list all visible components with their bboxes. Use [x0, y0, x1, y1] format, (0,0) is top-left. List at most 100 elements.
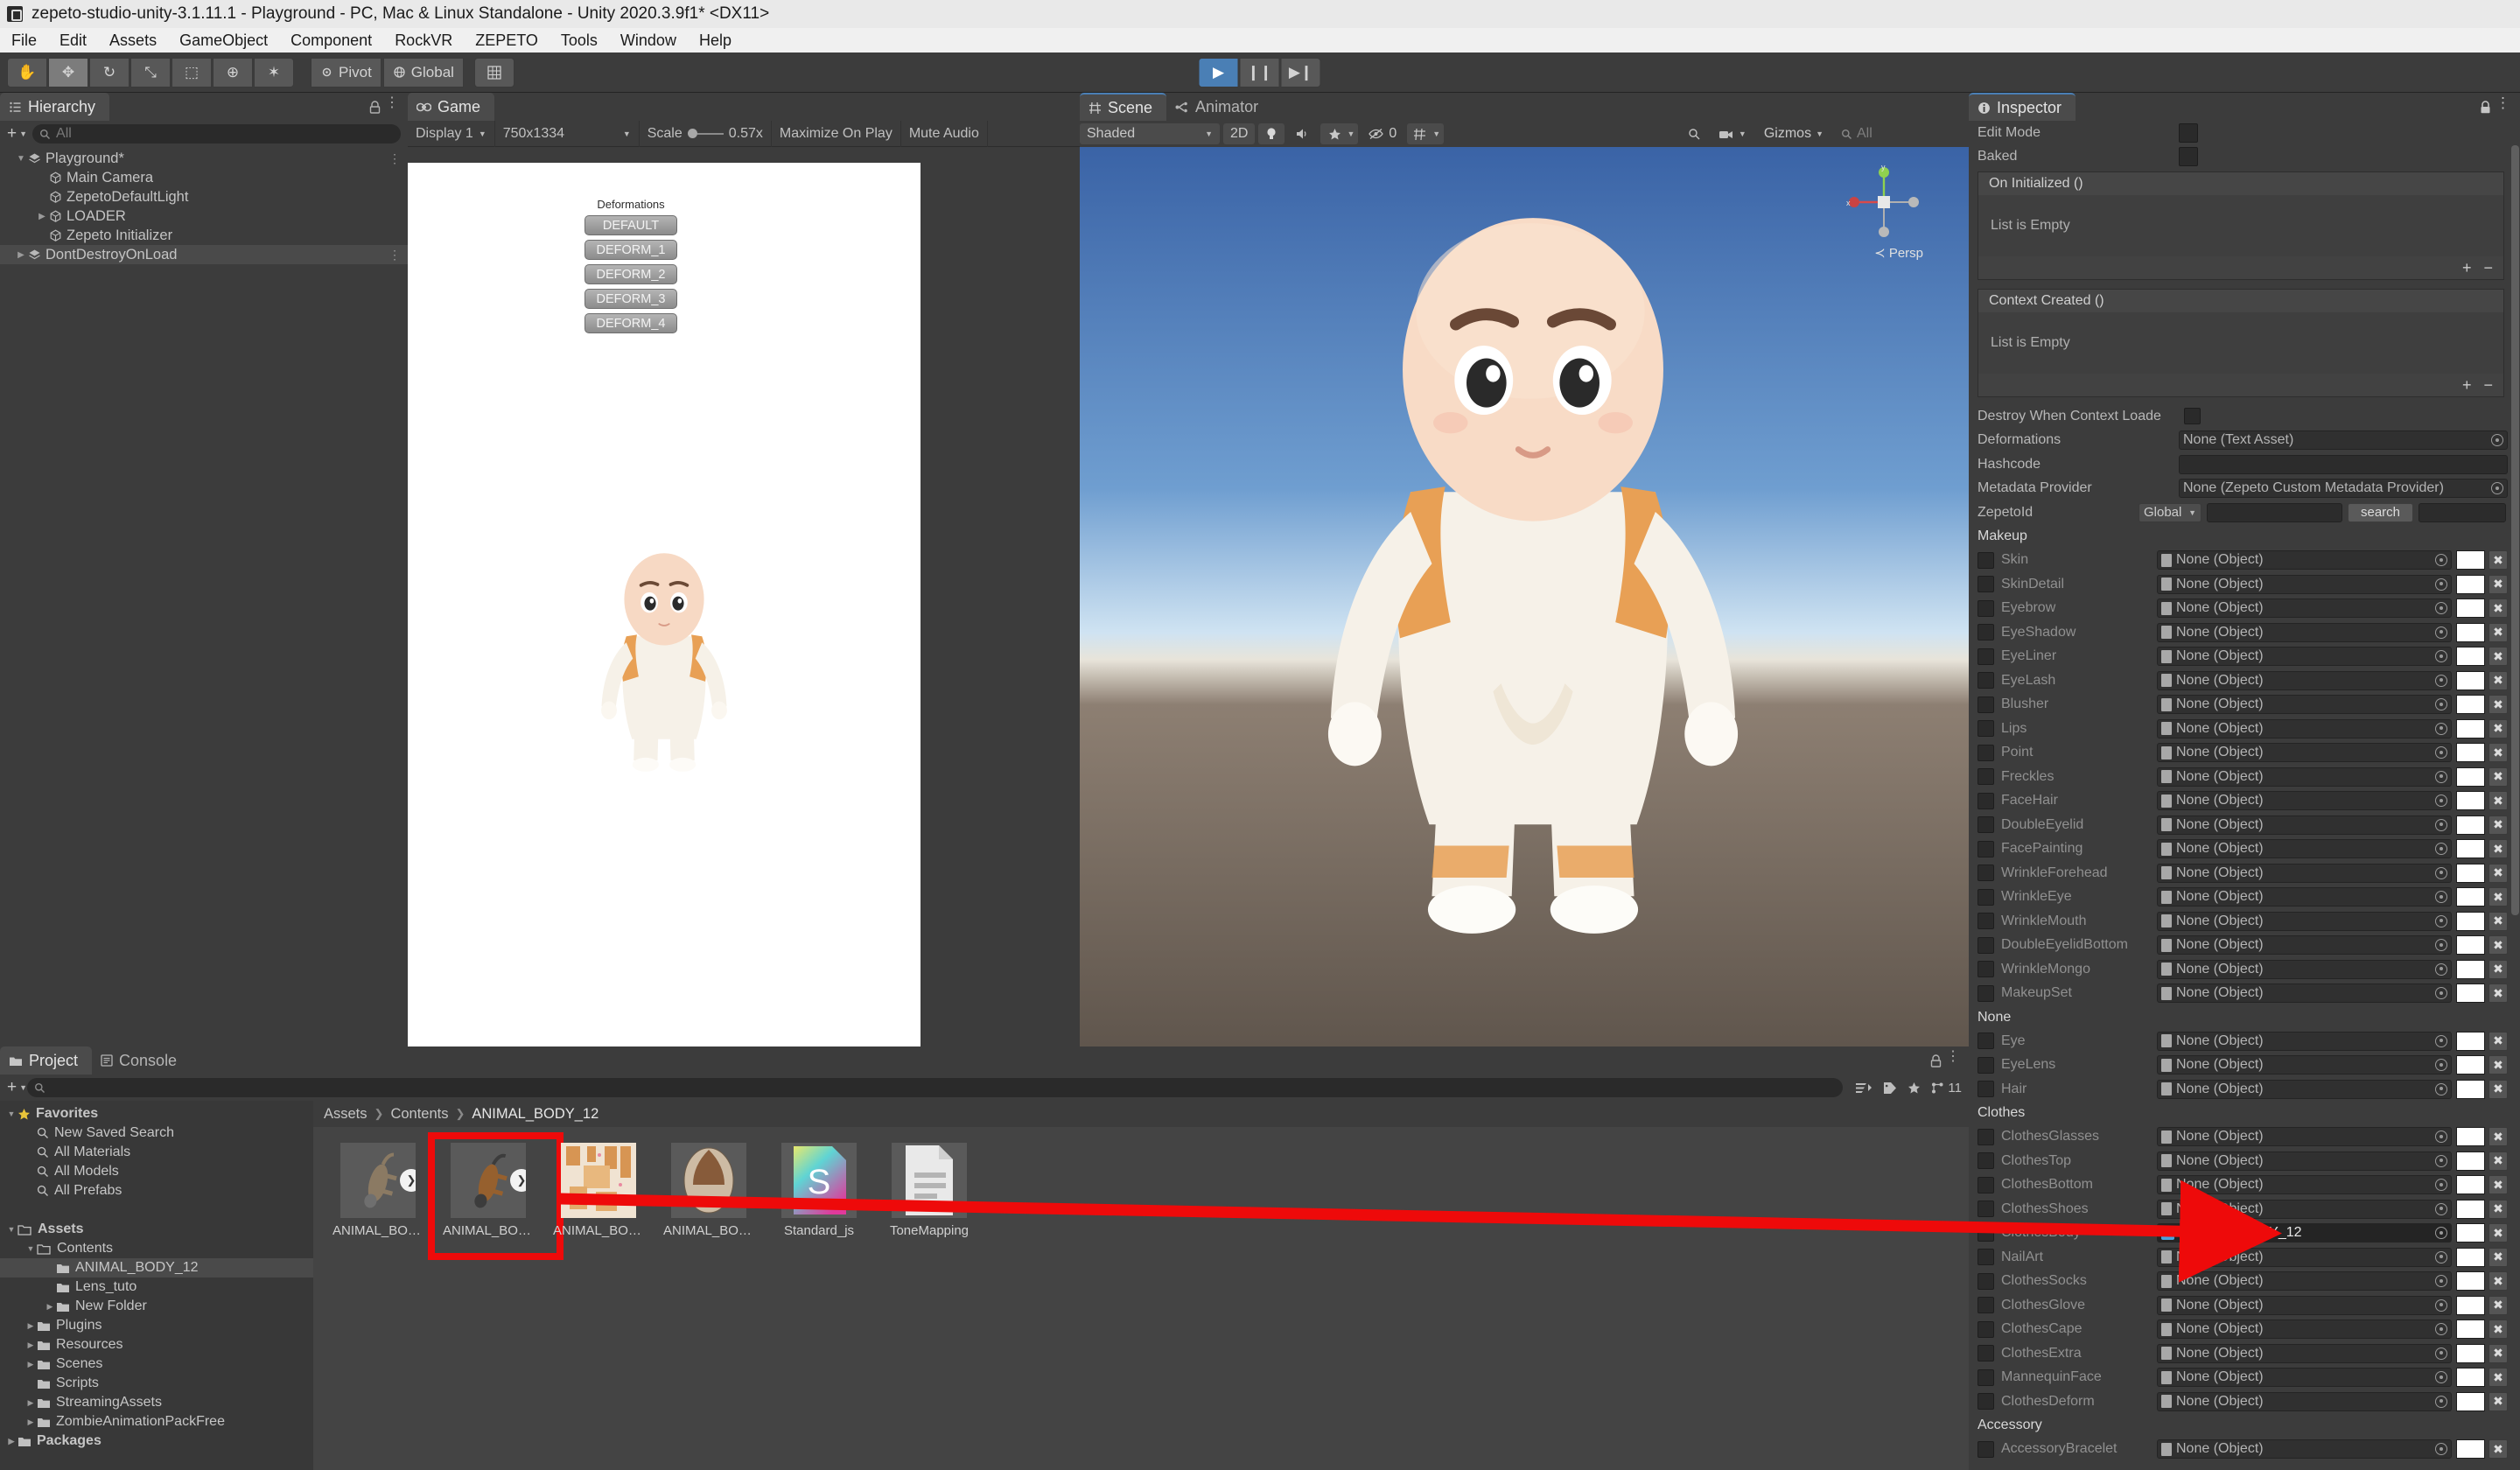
toggle-eyelash[interactable]: [1978, 672, 1994, 689]
project-menu-icon[interactable]: ⋮: [1946, 1053, 1960, 1061]
twisty-collapsed-icon[interactable]: ▶: [24, 1418, 37, 1427]
context-created-remove-button[interactable]: −: [2483, 376, 2493, 395]
twisty-collapsed-icon[interactable]: ▶: [44, 1302, 56, 1312]
clear-button-facehair[interactable]: ✖: [2488, 791, 2508, 810]
toggle-facepainting[interactable]: [1978, 841, 1994, 858]
color-swatch-clothesbottom[interactable]: [2456, 1175, 2485, 1194]
object-field-eyeliner[interactable]: None (Object): [2157, 647, 2452, 666]
clear-button-wrinklemouth[interactable]: ✖: [2488, 912, 2508, 931]
rotate-tool[interactable]: ↻: [89, 58, 130, 88]
object-field-mannequinface[interactable]: None (Object): [2157, 1368, 2452, 1387]
clear-button-mannequinface[interactable]: ✖: [2488, 1368, 2508, 1387]
toggle-clothesdeform[interactable]: [1978, 1393, 1994, 1410]
toggle-skindetail[interactable]: [1978, 576, 1994, 592]
color-swatch-doubleeyelid[interactable]: [2456, 816, 2485, 835]
twisty-collapsed-icon[interactable]: ▶: [24, 1398, 37, 1408]
project-tree-item-packages[interactable]: ▶Packages: [0, 1432, 313, 1451]
clear-button-skindetail[interactable]: ✖: [2488, 575, 2508, 594]
asset-thumbnail-shader-s[interactable]: S: [781, 1143, 857, 1218]
object-field-wrinkleeye[interactable]: None (Object): [2157, 887, 2452, 906]
hashcode-input[interactable]: [2179, 455, 2508, 474]
hierarchy-item-main-camera[interactable]: Main Camera: [0, 168, 408, 187]
object-field-makeupset[interactable]: None (Object): [2157, 984, 2452, 1003]
toggle-clothesbody[interactable]: [1978, 1225, 1994, 1242]
hierarchy-item-zepeto-initializer[interactable]: Zepeto Initializer: [0, 226, 408, 245]
color-swatch-eye[interactable]: [2456, 1032, 2485, 1051]
object-picker-icon[interactable]: [2435, 1371, 2447, 1383]
object-picker-icon[interactable]: [2435, 819, 2447, 831]
twisty-collapsed-icon[interactable]: ▶: [24, 1340, 37, 1350]
asset-thumbnail-text-file[interactable]: [892, 1143, 967, 1218]
object-field-eyelash[interactable]: None (Object): [2157, 671, 2452, 690]
scale-slider-handle[interactable]: [688, 129, 697, 138]
twisty-collapsed-icon[interactable]: ▶: [35, 212, 49, 221]
clear-button-wrinkleeye[interactable]: ✖: [2488, 887, 2508, 906]
object-picker-icon[interactable]: [2435, 1443, 2447, 1455]
project-tree-item-assets[interactable]: ▼Assets: [0, 1220, 313, 1239]
project-tree-item-all-materials[interactable]: All Materials: [0, 1143, 313, 1162]
inspector-scrollbar-thumb[interactable]: [2511, 145, 2519, 915]
color-swatch-eyeshadow[interactable]: [2456, 623, 2485, 642]
deformations-object-field[interactable]: None (Text Asset): [2179, 430, 2508, 450]
color-swatch-makeupset[interactable]: [2456, 984, 2485, 1003]
object-picker-icon[interactable]: [2435, 723, 2447, 735]
project-tree-item-favorites[interactable]: ▼Favorites: [0, 1104, 313, 1124]
object-picker-icon[interactable]: [2435, 771, 2447, 783]
clear-button-eyeliner[interactable]: ✖: [2488, 647, 2508, 666]
toggle-eye[interactable]: [1978, 1032, 1994, 1049]
toggle-clothescape[interactable]: [1978, 1321, 1994, 1338]
clear-button-wrinkleforehead[interactable]: ✖: [2488, 864, 2508, 883]
clear-button-makeupset[interactable]: ✖: [2488, 984, 2508, 1003]
object-field-clothesextra[interactable]: None (Object): [2157, 1344, 2452, 1363]
toggle-wrinklemouth[interactable]: [1978, 913, 1994, 929]
tab-inspector[interactable]: Inspector: [1969, 93, 2076, 121]
object-picker-icon[interactable]: [2435, 675, 2447, 687]
object-picker-icon[interactable]: [2435, 1059, 2447, 1071]
menu-item-edit[interactable]: Edit: [48, 28, 98, 52]
color-swatch-blusher[interactable]: [2456, 695, 2485, 714]
object-picker-icon[interactable]: [2435, 1083, 2447, 1096]
toggle-wrinkleforehead[interactable]: [1978, 864, 1994, 881]
color-swatch-clothesglove[interactable]: [2456, 1296, 2485, 1315]
color-swatch-mannequinface[interactable]: [2456, 1368, 2485, 1387]
star-filter-icon[interactable]: [1908, 1082, 1921, 1095]
color-swatch-clothescape[interactable]: [2456, 1320, 2485, 1339]
object-picker-icon[interactable]: [2435, 578, 2447, 591]
clear-button-clothesbody[interactable]: ✖: [2488, 1223, 2508, 1242]
object-picker-icon[interactable]: [2435, 1396, 2447, 1408]
assigned-object-field[interactable]: ANIMAL_BODY_12: [2157, 1223, 2452, 1242]
baked-checkbox[interactable]: [2179, 147, 2198, 166]
step-button[interactable]: ▶❙: [1281, 58, 1321, 88]
scene-grid-dropdown[interactable]: ▼: [1407, 123, 1444, 144]
color-swatch-clothesbody[interactable]: [2456, 1223, 2485, 1242]
scene-search-input[interactable]: All: [1834, 123, 1965, 144]
tab-hierarchy[interactable]: Hierarchy: [0, 93, 109, 121]
color-swatch-point[interactable]: [2456, 743, 2485, 762]
scene-search-icon-button[interactable]: [1681, 123, 1708, 144]
twisty-expanded-icon[interactable]: ▼: [24, 1244, 37, 1253]
object-picker-icon[interactable]: [2435, 1203, 2447, 1215]
project-tree-item-animal-body-12[interactable]: ANIMAL_BODY_12: [0, 1258, 313, 1278]
asset-thumbnail-texture-atlas[interactable]: [561, 1143, 636, 1218]
object-picker-icon[interactable]: [2491, 434, 2503, 446]
color-swatch-doubleeyelidbottom[interactable]: [2456, 935, 2485, 955]
breadcrumb-item-animal_body_12[interactable]: ANIMAL_BODY_12: [472, 1106, 598, 1123]
toggle-mannequinface[interactable]: [1978, 1369, 1994, 1386]
color-swatch-wrinkleeye[interactable]: [2456, 887, 2485, 906]
object-field-wrinklemongo[interactable]: None (Object): [2157, 960, 2452, 979]
context-created-add-button[interactable]: +: [2462, 376, 2472, 395]
game-resolution-dropdown[interactable]: 750x1334 ▼: [495, 121, 640, 147]
object-field-facehair[interactable]: None (Object): [2157, 791, 2452, 810]
on-initialized-add-button[interactable]: +: [2462, 259, 2472, 277]
scene-lighting-toggle[interactable]: [1258, 123, 1284, 144]
object-field-clothescape[interactable]: None (Object): [2157, 1320, 2452, 1339]
object-field-eyeshadow[interactable]: None (Object): [2157, 623, 2452, 642]
color-swatch-eyebrow[interactable]: [2456, 598, 2485, 618]
project-tree-item-zombieanimationpackfree[interactable]: ▶ZombieAnimationPackFree: [0, 1412, 313, 1432]
metadata-provider-object-field[interactable]: None (Zepeto Custom Metadata Provider): [2179, 479, 2508, 498]
object-picker-icon[interactable]: [2435, 843, 2447, 855]
menu-item-zepeto[interactable]: ZEPETO: [464, 28, 550, 52]
twisty-collapsed-icon[interactable]: ▶: [14, 250, 28, 260]
color-swatch-facepainting[interactable]: [2456, 839, 2485, 858]
clear-button-eyelens[interactable]: ✖: [2488, 1055, 2508, 1074]
